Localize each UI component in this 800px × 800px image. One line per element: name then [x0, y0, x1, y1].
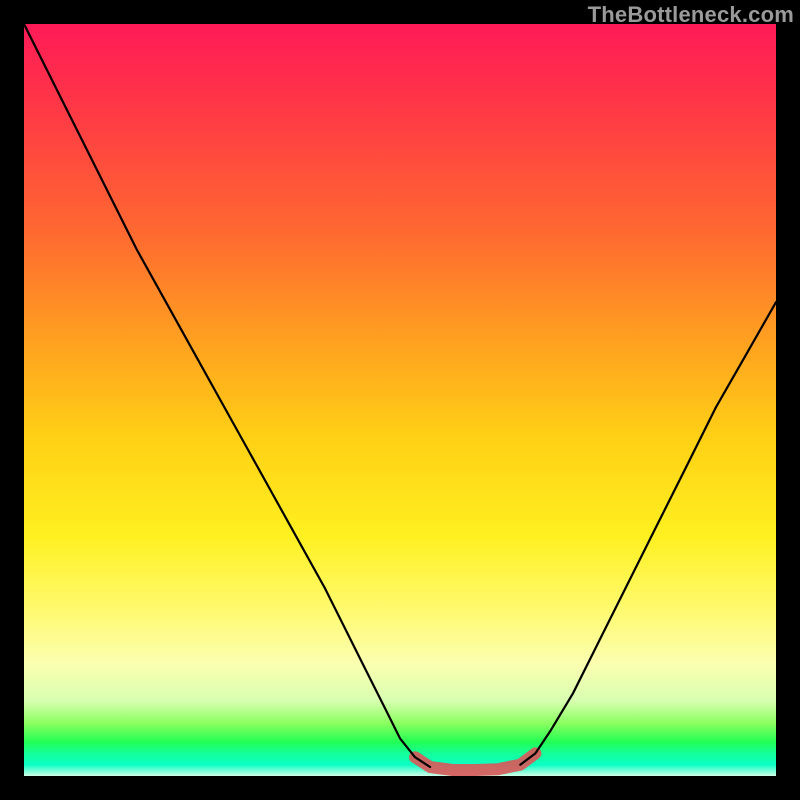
- left-curve: [24, 24, 430, 767]
- outer-frame: TheBottleneck.com: [0, 0, 800, 800]
- right-curve: [520, 302, 776, 765]
- valley-highlight: [415, 753, 535, 770]
- plot-area: [24, 24, 776, 776]
- curve-layer: [24, 24, 776, 776]
- watermark-text: TheBottleneck.com: [588, 2, 794, 28]
